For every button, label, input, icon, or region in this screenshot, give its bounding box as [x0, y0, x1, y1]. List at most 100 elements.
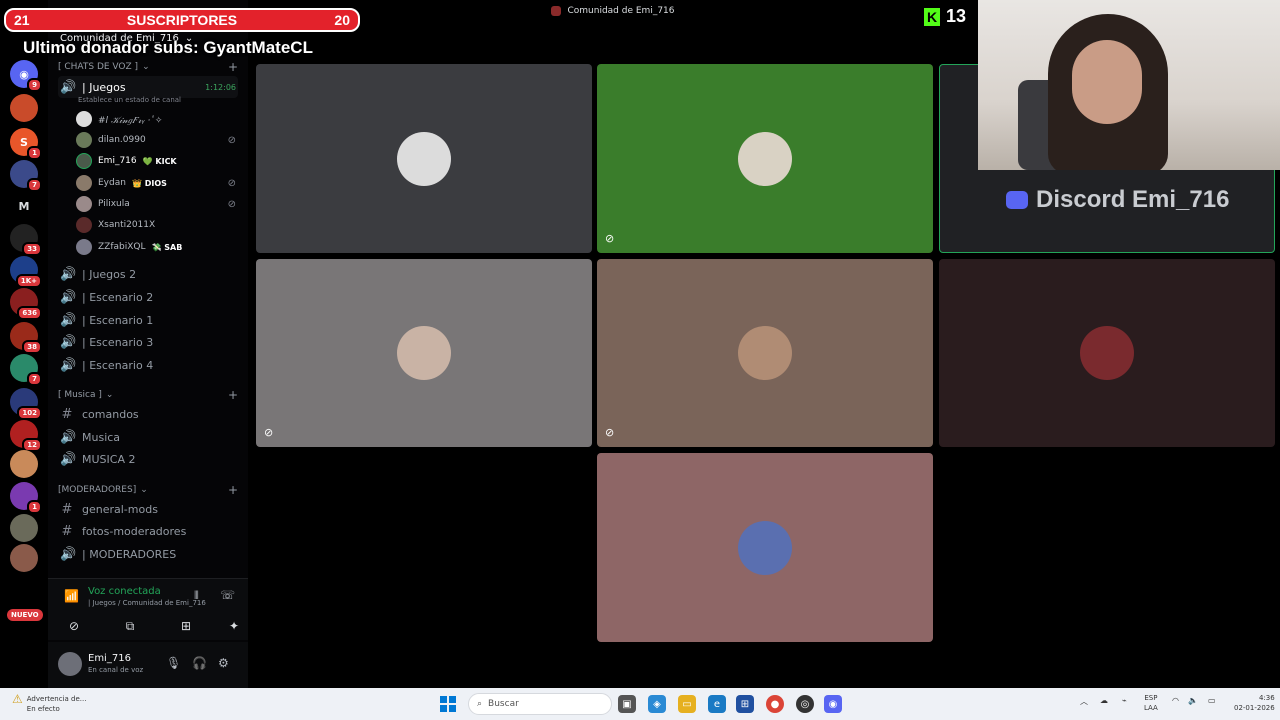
discord-taskbar-icon[interactable]: ◉: [824, 695, 842, 713]
taskbar-search[interactable]: ⌕ Buscar: [468, 693, 612, 715]
voice-channel[interactable]: 🔊 | Escenario 4: [58, 354, 238, 376]
weather-widget[interactable]: ⚠ Advertencia de... En efecto: [12, 693, 86, 714]
copilot-icon[interactable]: ◈: [648, 695, 666, 713]
voice-member[interactable]: Pilixula ⊘: [76, 194, 238, 214]
usb-icon[interactable]: ⌁: [1122, 696, 1127, 705]
edge-icon[interactable]: e: [708, 695, 726, 713]
microphone-icon[interactable]: 🎙: [166, 656, 181, 670]
channel-name: fotos-moderadores: [82, 524, 187, 538]
avatar: [76, 132, 92, 148]
server-icon[interactable]: [10, 94, 38, 122]
avatar: [76, 196, 92, 212]
server-icon[interactable]: 7: [10, 160, 42, 192]
voice-channel[interactable]: 🔊 | Escenario 1: [58, 309, 238, 331]
server-icon[interactable]: 1: [10, 482, 42, 514]
disconnect-icon[interactable]: ☏: [220, 588, 235, 602]
noise-suppression-icon[interactable]: ⦀: [194, 589, 199, 603]
battery-icon[interactable]: ▭: [1208, 696, 1216, 705]
warning-sub: En efecto: [26, 705, 60, 713]
voice-member[interactable]: Xsanti2011X: [76, 215, 238, 235]
member-tag: 👑 DIOS: [131, 178, 167, 188]
server-icon[interactable]: 33: [10, 224, 42, 256]
voice-channel[interactable]: 🔊 | MODERADORES: [58, 543, 238, 565]
voice-channel[interactable]: 🔊 | Juegos 2: [58, 263, 238, 285]
voice-channel[interactable]: 🔊 | Escenario 2: [58, 286, 238, 308]
add-channel-icon[interactable]: +: [228, 483, 238, 497]
participant-tile[interactable]: [256, 64, 592, 253]
channel-status[interactable]: Establece un estado de canal: [78, 96, 181, 104]
chevron-up-icon[interactable]: ︿: [1080, 696, 1088, 707]
signal-icon[interactable]: 📶: [64, 589, 79, 603]
voice-channel[interactable]: 🔊 | Escenario 3: [58, 331, 238, 353]
category-mods[interactable]: [MODERADORES] ⌄ +: [58, 483, 238, 497]
server-icon[interactable]: 12: [10, 420, 42, 452]
server-rail: ◉ 9 S1 7 M 33 1K+ 636 38 7 102 12 1 NUEVO: [0, 52, 48, 688]
voice-location[interactable]: | Juegos / Comunidad de Emi_716: [88, 599, 206, 607]
text-channel[interactable]: # comandos: [58, 403, 238, 425]
voice-member[interactable]: Eydan 👑 DIOS ⊘: [76, 173, 238, 193]
participant-tile[interactable]: ⊘: [256, 259, 592, 447]
activities-icon[interactable]: ⊞: [168, 617, 204, 635]
file-explorer-icon[interactable]: ▭: [678, 695, 696, 713]
member-name: Eydan: [98, 178, 126, 188]
new-badge[interactable]: NUEVO: [7, 609, 43, 621]
language-indicator[interactable]: ESP LAA: [1144, 693, 1158, 713]
wifi-icon[interactable]: ◠: [1172, 696, 1179, 705]
server-icon[interactable]: 102: [10, 388, 42, 420]
soundboard-icon[interactable]: ✦: [224, 617, 244, 635]
discord-home-icon[interactable]: ◉ 9: [10, 60, 42, 92]
screen-share-icon[interactable]: ⧉: [112, 617, 148, 635]
badge: 1: [27, 146, 42, 160]
voice-member[interactable]: ZZfabiXQL 💸 SAB: [76, 237, 238, 257]
gear-icon[interactable]: ⚙: [218, 656, 229, 670]
category-music[interactable]: [ Musica ] ⌄ +: [58, 388, 238, 402]
server-icon[interactable]: 7: [10, 354, 42, 386]
voice-member[interactable]: #l 𝒦𝒾𝓃𝑔𝐹𝓇ᵧ ·ﾟ✧: [76, 109, 238, 129]
category-label: [ Musica ]: [58, 390, 102, 400]
start-button[interactable]: [440, 696, 456, 712]
voice-member[interactable]: dilan.0990 ⊘: [76, 130, 238, 150]
text-channel[interactable]: # fotos-moderadores: [58, 520, 238, 542]
participant-tile[interactable]: [597, 453, 933, 642]
voice-status[interactable]: Voz conectada: [88, 586, 161, 597]
voice-channel-juegos[interactable]: 🔊 | Juegos 1:12:06: [58, 76, 238, 98]
chrome-icon[interactable]: ●: [766, 695, 784, 713]
server-icon[interactable]: [10, 450, 38, 478]
discord-window: ◉ 9 S1 7 M 33 1K+ 636 38 7 102 12 1 NUEVO…: [0, 0, 1280, 720]
avatar[interactable]: [58, 652, 82, 676]
member-tag: 💸 SAB: [151, 242, 183, 252]
server-icon[interactable]: M: [10, 192, 38, 220]
server-icon[interactable]: [10, 514, 38, 542]
discord-watermark: Discord Emi_716: [1006, 186, 1229, 214]
user-name[interactable]: Emi_716: [88, 653, 131, 664]
obs-icon[interactable]: ◎: [796, 695, 814, 713]
text-channel[interactable]: # general-mods: [58, 498, 238, 520]
headphones-icon[interactable]: 🎧: [192, 656, 207, 670]
badge: 7: [27, 178, 42, 192]
server-icon[interactable]: [10, 544, 38, 572]
participant-tile[interactable]: ⊘: [597, 64, 933, 253]
voice-channel[interactable]: 🔊 MUSICA 2: [58, 448, 238, 470]
participant-tile[interactable]: [939, 259, 1275, 447]
cloud-icon[interactable]: ☁: [1100, 696, 1108, 705]
task-view-icon[interactable]: ▣: [618, 695, 636, 713]
voice-member[interactable]: Emi_716 💚 KICK: [76, 151, 238, 171]
participant-tile[interactable]: ⊘: [597, 259, 933, 447]
channel-name: | Escenario 1: [82, 313, 154, 327]
voice-channel[interactable]: 🔊 Musica: [58, 426, 238, 448]
clock[interactable]: 4:36 02-01-2026: [1234, 693, 1275, 713]
category-voice[interactable]: [ CHATS DE VOZ ] ⌄ +: [58, 60, 238, 74]
server-icon[interactable]: 636: [10, 288, 42, 320]
server-icon[interactable]: S1: [10, 128, 42, 160]
add-channel-icon[interactable]: +: [228, 388, 238, 402]
clock-time: 4:36: [1258, 694, 1275, 702]
search-icon: ⌕: [477, 699, 483, 709]
camera-off-icon[interactable]: ⊘: [56, 617, 92, 635]
server-icon[interactable]: 38: [10, 322, 42, 354]
store-icon[interactable]: ⊞: [736, 695, 754, 713]
chevron-down-icon: ⌄: [105, 390, 114, 400]
server-icon[interactable]: 1K+: [10, 256, 42, 288]
mic-muted-icon: ⊘: [264, 426, 274, 439]
add-channel-icon[interactable]: +: [228, 60, 238, 74]
volume-icon[interactable]: 🔈: [1188, 696, 1198, 705]
